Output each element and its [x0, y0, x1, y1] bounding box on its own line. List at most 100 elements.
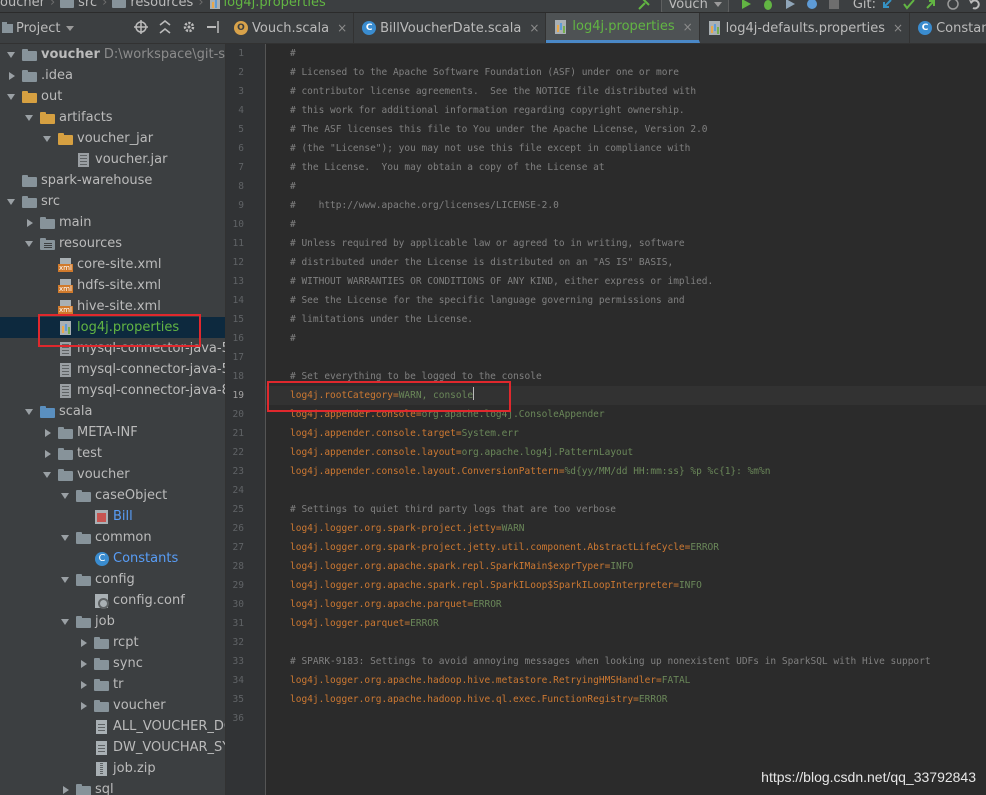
editor-tab[interactable]: Constants.java× — [910, 13, 986, 43]
code-line[interactable]: # See the License for the specific langu… — [290, 291, 685, 310]
tree-item[interactable]: mysql-connector-java-8.0. — [0, 380, 225, 401]
chevron-right-icon[interactable] — [78, 700, 90, 712]
tree-item[interactable]: log4j.properties — [0, 317, 225, 338]
chevron-right-icon[interactable] — [24, 217, 36, 229]
editor-tab[interactable]: log4j-defaults.properties × — [700, 13, 911, 43]
chevron-down-icon[interactable] — [24, 406, 36, 418]
chevron-down-icon[interactable] — [60, 490, 72, 502]
tree-item[interactable]: mysql-connector-java-5.1. — [0, 338, 225, 359]
code-line[interactable]: # limitations under the License. — [290, 310, 473, 329]
chevron-right-icon[interactable] — [78, 637, 90, 649]
project-view-title[interactable]: Project — [16, 21, 60, 36]
code-line[interactable]: log4j.logger.org.spark-project.jetty.uti… — [290, 538, 719, 557]
chevron-right-icon[interactable] — [42, 448, 54, 460]
locate-file-icon[interactable] — [134, 20, 148, 38]
code-line[interactable]: log4j.appender.console.target=System.err — [290, 424, 519, 443]
tree-item[interactable]: sync — [0, 653, 225, 674]
tree-item[interactable]: ALL_VOUCHER_DON — [0, 716, 225, 737]
breadcrumb-item-src[interactable]: src › — [60, 0, 112, 10]
close-icon[interactable]: × — [529, 21, 539, 35]
editor-tab[interactable]: log4j.properties × — [546, 13, 700, 43]
code-line[interactable]: log4j.rootCategory=WARN, console — [290, 386, 475, 405]
run-icon[interactable] — [735, 0, 757, 12]
tree-item[interactable]: config — [0, 569, 225, 590]
chevron-right-icon[interactable] — [78, 658, 90, 670]
tree-item[interactable]: config.conf — [0, 590, 225, 611]
tree-item[interactable]: resources — [0, 233, 225, 254]
code-line[interactable]: # this work for additional information r… — [290, 101, 685, 120]
tree-item[interactable]: META-INF — [0, 422, 225, 443]
breadcrumb-item-resources[interactable]: resources › — [112, 0, 208, 10]
chevron-down-icon[interactable] — [42, 133, 54, 145]
gear-icon[interactable] — [182, 20, 196, 38]
chevron-right-icon[interactable] — [78, 679, 90, 691]
tree-item[interactable]: src — [0, 191, 225, 212]
close-icon[interactable]: × — [337, 21, 347, 35]
code-line[interactable]: # Licensed to the Apache Software Founda… — [290, 63, 679, 82]
code-line[interactable]: log4j.logger.parquet=ERROR — [290, 614, 439, 633]
tree-item[interactable]: common — [0, 527, 225, 548]
code-line[interactable]: # Settings to quiet third party logs tha… — [290, 500, 616, 519]
code-line[interactable]: log4j.appender.console=org.apache.log4j.… — [290, 405, 605, 424]
code-line[interactable]: # WITHOUT WARRANTIES OR CONDITIONS OF AN… — [290, 272, 713, 291]
run-configuration-select[interactable]: Vouch — [661, 0, 729, 12]
chevron-right-icon[interactable] — [6, 70, 18, 82]
build-hammer-icon[interactable] — [633, 0, 655, 12]
git-update-icon[interactable] — [876, 0, 898, 12]
chevron-down-icon[interactable] — [24, 112, 36, 124]
code-line[interactable]: # — [290, 215, 296, 234]
code-line[interactable]: # — [290, 177, 296, 196]
code-line[interactable]: log4j.logger.org.apache.parquet=ERROR — [290, 595, 502, 614]
chevron-right-icon[interactable] — [42, 427, 54, 439]
tree-item[interactable]: sql — [0, 779, 225, 795]
chevron-down-icon[interactable] — [60, 532, 72, 544]
code-line[interactable]: log4j.appender.console.layout.Conversion… — [290, 462, 770, 481]
tree-item[interactable]: Constants — [0, 548, 225, 569]
code-line[interactable]: log4j.logger.org.apache.hadoop.hive.meta… — [290, 671, 690, 690]
tree-item[interactable]: job.zip — [0, 758, 225, 779]
tree-item[interactable]: DW_VOUCHAR_SYN — [0, 737, 225, 758]
revert-icon[interactable] — [964, 0, 986, 12]
tree-item[interactable]: tr — [0, 674, 225, 695]
code-line[interactable]: log4j.logger.org.apache.spark.repl.Spark… — [290, 557, 633, 576]
hide-panel-icon[interactable] — [206, 20, 220, 38]
editor-tab[interactable]: Vouch.scala × — [226, 13, 355, 43]
tree-item[interactable]: caseObject — [0, 485, 225, 506]
coverage-icon[interactable] — [779, 0, 801, 12]
tree-item[interactable]: voucher_jar — [0, 128, 225, 149]
code-line[interactable]: # Unless required by applicable law or a… — [290, 234, 685, 253]
chevron-right-icon[interactable] — [60, 784, 72, 795]
code-line[interactable]: # (the "License"); you may not use this … — [290, 139, 690, 158]
tree-item[interactable]: mysql-connector-java-5.1. — [0, 359, 225, 380]
project-tree[interactable]: voucherD:\workspace\git-scala\vo.ideaout… — [0, 44, 226, 795]
chevron-down-icon[interactable] — [24, 238, 36, 250]
code-line[interactable]: log4j.appender.console.layout=org.apache… — [290, 443, 633, 462]
breadcrumb-item-file[interactable]: log4j.properties — [209, 0, 326, 10]
tree-item[interactable]: hive-site.xml — [0, 296, 225, 317]
code-line[interactable]: log4j.logger.org.spark-project.jetty=WAR… — [290, 519, 525, 538]
chevron-down-icon[interactable] — [60, 574, 72, 586]
tree-item[interactable]: voucher — [0, 464, 225, 485]
tree-item[interactable]: .idea — [0, 65, 225, 86]
code-line[interactable]: # — [290, 329, 296, 348]
tree-item[interactable]: job — [0, 611, 225, 632]
chevron-down-icon[interactable] — [60, 616, 72, 628]
tree-item[interactable]: voucher — [0, 695, 225, 716]
code-line[interactable]: log4j.logger.org.apache.spark.repl.Spark… — [290, 576, 702, 595]
code-line[interactable]: # distributed under the License is distr… — [290, 253, 673, 272]
code-line[interactable]: # Set everything to be logged to the con… — [290, 367, 542, 386]
git-history-icon[interactable] — [942, 0, 964, 12]
chevron-down-icon[interactable] — [6, 196, 18, 208]
close-icon[interactable]: × — [893, 21, 903, 35]
code-line[interactable]: log4j.logger.org.apache.hadoop.hive.ql.e… — [290, 690, 668, 709]
chevron-down-icon[interactable] — [6, 49, 18, 61]
code-editor[interactable]: # # Licensed to the Apache Software Found… — [266, 44, 986, 795]
code-line[interactable]: # The ASF licenses this file to You unde… — [290, 120, 708, 139]
chevron-down-icon[interactable] — [42, 469, 54, 481]
code-line[interactable]: # SPARK-9183: Settings to avoid annoying… — [290, 652, 931, 671]
code-line[interactable]: # http://www.apache.org/licenses/LICENSE… — [290, 196, 559, 215]
tree-item[interactable]: artifacts — [0, 107, 225, 128]
tree-item[interactable]: voucherD:\workspace\git-scala\vo — [0, 44, 225, 65]
code-line[interactable]: # — [290, 44, 296, 63]
close-icon[interactable]: × — [683, 20, 693, 34]
